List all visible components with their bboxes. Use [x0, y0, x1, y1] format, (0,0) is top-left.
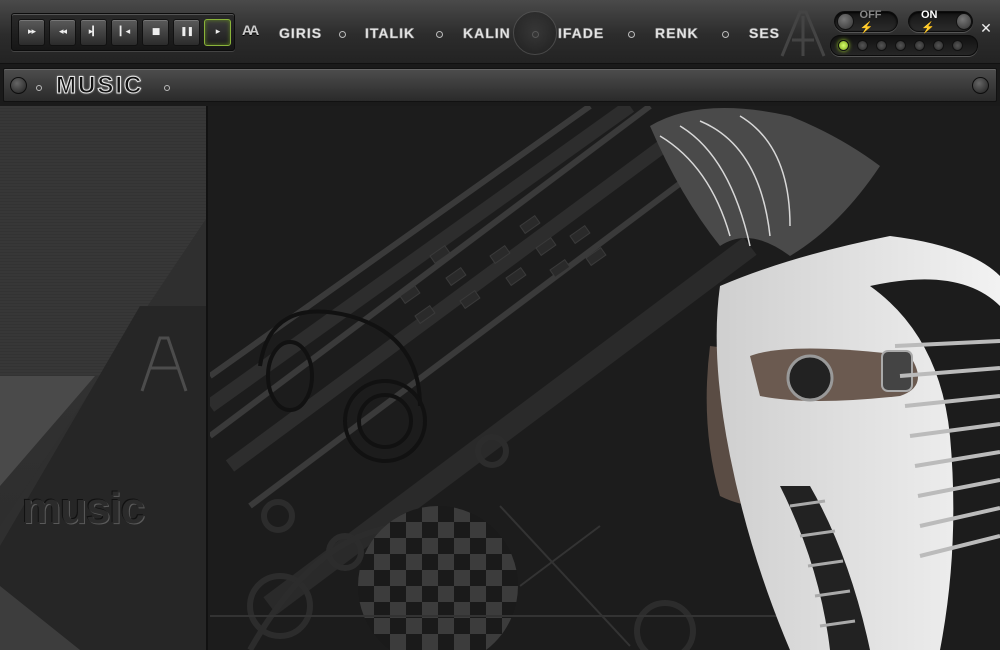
side-music-wordmark: music: [22, 484, 145, 533]
nav-item-ses[interactable]: SES: [749, 25, 780, 41]
title-bar-right-knob-icon[interactable]: [972, 77, 989, 94]
power-on-switch[interactable]: ON ⚡: [908, 9, 973, 34]
nav-item-italik[interactable]: ITALIK: [365, 25, 415, 41]
content-area: music: [0, 106, 1000, 650]
nav-item-renk[interactable]: RENK: [655, 25, 699, 41]
stop-button[interactable]: ■: [142, 18, 169, 46]
nav-separator-dot: [722, 31, 729, 38]
fast-forward-button[interactable]: ▸▸: [18, 18, 45, 46]
led-indicator-bar: [830, 35, 978, 56]
media-player-controls: ▸▸ ◂◂ ▸▎ ▎◂ ■ ❚❚ ▸: [11, 13, 235, 51]
person-photo: [650, 108, 1000, 650]
led-indicator-4: [895, 40, 906, 51]
led-indicator-5: [914, 40, 925, 51]
power-off-switch[interactable]: OFF ⚡: [834, 9, 898, 34]
left-panel: music: [0, 106, 208, 650]
switch-knob: [956, 13, 972, 30]
title-bar-left-knob-icon[interactable]: [10, 77, 27, 94]
switch-off-label: OFF ⚡: [859, 9, 882, 34]
nav-separator-dot: [339, 31, 346, 38]
nav-item-kalin[interactable]: KALIN: [463, 25, 511, 41]
diagonal-panels-decoration: [0, 218, 206, 650]
nav-item-ifade[interactable]: IFADE: [558, 25, 604, 41]
switch-knob: [837, 13, 854, 30]
close-icon[interactable]: ✕: [977, 20, 995, 38]
title-bar: MUSIC: [3, 68, 997, 102]
led-indicator-2: [857, 40, 868, 51]
page-title: MUSIC: [55, 72, 144, 100]
led-indicator-6: [933, 40, 944, 51]
play-button[interactable]: ▸: [204, 18, 231, 46]
nav-separator-dot: [436, 31, 443, 38]
nav-separator-dot: [628, 31, 635, 38]
rewind-button[interactable]: ◂◂: [49, 18, 76, 46]
nav-item-giris[interactable]: GIRIS: [279, 25, 322, 41]
top-bar: ▸▸ ◂◂ ▸▎ ▎◂ ■ ❚❚ ▸ AA GIRIS ITALIK KALIN…: [0, 0, 1000, 64]
brand-emblem-icon: [780, 10, 826, 57]
brand-logo: AA: [242, 22, 259, 38]
switch-on-label: ON ⚡: [921, 9, 938, 34]
led-indicator-3: [876, 40, 887, 51]
led-indicator-7: [952, 40, 963, 51]
pause-button[interactable]: ❚❚: [173, 18, 200, 46]
next-track-button[interactable]: ▸▎: [80, 18, 107, 46]
led-indicator-1: [838, 40, 849, 51]
seal-emblem-icon: [513, 11, 557, 55]
title-dot-icon: [36, 85, 42, 91]
title-dot-icon: [164, 85, 170, 91]
previous-track-button[interactable]: ▎◂: [111, 18, 138, 46]
